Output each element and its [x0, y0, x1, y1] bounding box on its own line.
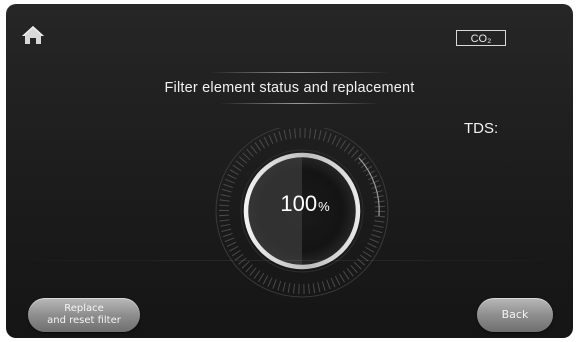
gauge-value: 100	[280, 191, 318, 216]
co2-badge: CO₂	[456, 30, 506, 46]
title-rule-bottom	[219, 103, 379, 104]
home-button[interactable]	[20, 24, 46, 46]
replace-reset-filter-button[interactable]: Replace and reset filter	[28, 298, 140, 332]
title-rule-top	[209, 72, 389, 73]
home-icon	[22, 26, 44, 44]
device-screen: CO₂ Filter element status and replacemen…	[6, 4, 573, 338]
gauge-unit: %	[318, 199, 330, 214]
tds-label: TDS:	[464, 120, 499, 137]
replace-label-line1: Replace	[64, 303, 104, 314]
gauge-readout: 100%	[255, 191, 355, 217]
replace-label-line2: and reset filter	[47, 315, 121, 326]
page-title: Filter element status and replacement	[164, 80, 415, 96]
back-button[interactable]: Back	[477, 298, 553, 332]
floor-reflection	[6, 260, 573, 261]
